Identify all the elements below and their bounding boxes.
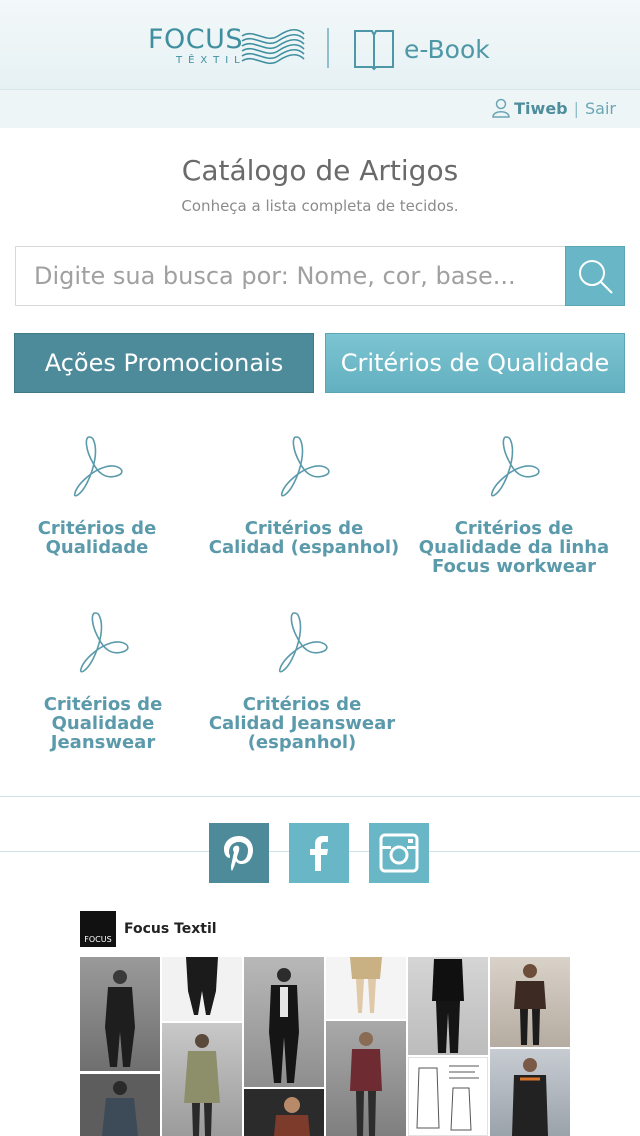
document-label: Critérios de Qualidade — [37, 518, 157, 558]
user-menu: Tiweb | Sair — [492, 98, 616, 118]
instagram-icon — [379, 833, 419, 873]
feed-pin-image[interactable] — [80, 957, 160, 1071]
model-figure-icon — [105, 970, 135, 1067]
book-icon — [354, 30, 394, 71]
feed-header[interactable]: FOCUS Focus Textil — [80, 910, 217, 948]
sketch-icon — [416, 1065, 479, 1131]
focus-textil-logo[interactable]: FOCUS TÊXTIL — [148, 24, 308, 72]
pdf-icon — [490, 436, 540, 497]
model-figure-icon — [512, 1058, 548, 1136]
footer-divider — [0, 796, 640, 797]
model-figure-icon — [350, 957, 382, 1013]
model-figure-icon — [269, 968, 299, 1083]
document-item[interactable]: Critérios de Qualidade da linha Focus wo… — [414, 435, 614, 576]
user-name[interactable]: Tiweb — [514, 99, 567, 118]
search-bar — [15, 246, 625, 306]
user-icon — [492, 98, 510, 118]
document-item[interactable]: Critérios de Qualidade — [0, 435, 197, 557]
user-separator: | — [573, 98, 580, 118]
model-figure-icon — [186, 957, 218, 1015]
document-label: Critérios de Qualidade da linha Focus wo… — [418, 518, 610, 577]
page-subtitle: Conheça a lista completa de tecidos. — [181, 197, 459, 215]
feed-pin-image[interactable] — [80, 1074, 160, 1136]
pdf-icon — [280, 436, 330, 497]
page-title: Catálogo de Artigos — [181, 154, 459, 187]
logo-subtitle: TÊXTIL — [176, 55, 246, 66]
quality-criteria-button[interactable]: Critérios de Qualidade — [325, 333, 625, 393]
promotions-button[interactable]: Ações Promocionais — [14, 333, 314, 393]
pdf-icon — [278, 612, 328, 673]
search-input[interactable] — [15, 246, 566, 306]
feed-pin-image[interactable] — [162, 1023, 242, 1136]
facebook-button[interactable] — [289, 823, 349, 883]
document-item[interactable]: Critérios de Calidad Jeanswear (espanhol… — [202, 611, 402, 752]
document-item[interactable]: Critérios de Qualidade Jeanswear — [3, 611, 203, 752]
feed-pin-image[interactable] — [490, 957, 570, 1047]
search-icon — [579, 260, 613, 294]
pinterest-button[interactable] — [209, 823, 269, 883]
pdf-icon — [73, 436, 123, 497]
model-figure-icon — [432, 959, 464, 1053]
feed-pin-image[interactable] — [490, 1049, 570, 1136]
document-label: Critérios de Qualidade Jeanswear — [43, 694, 163, 753]
feed-pin-image[interactable] — [244, 957, 324, 1087]
model-figure-icon — [184, 1034, 220, 1136]
feed-pin-image[interactable] — [244, 1089, 324, 1136]
search-button[interactable] — [565, 246, 625, 306]
feed-pin-image[interactable] — [408, 957, 488, 1055]
model-figure-icon — [514, 964, 546, 1045]
feed-avatar: FOCUS — [80, 911, 116, 947]
logout-link[interactable]: Sair — [585, 99, 616, 118]
model-figure-icon — [102, 1081, 138, 1136]
model-figure-icon — [350, 1032, 382, 1136]
pinterest-feed: FOCUS Focus Textil — [80, 910, 570, 1136]
instagram-button[interactable] — [369, 823, 429, 883]
document-item[interactable]: Critérios de Calidad (espanhol) — [204, 435, 404, 557]
logo-wordmark: FOCUS — [148, 24, 244, 55]
pinterest-icon — [224, 836, 253, 871]
pdf-icon — [79, 612, 129, 673]
model-figure-icon — [274, 1097, 310, 1136]
feed-pin-image[interactable] — [408, 1057, 488, 1136]
feed-account-name: Focus Textil — [124, 921, 217, 937]
feed-pin-image[interactable] — [326, 1021, 406, 1136]
feed-pin-image[interactable] — [326, 957, 406, 1019]
header-divider — [327, 28, 329, 68]
facebook-icon — [310, 836, 328, 871]
user-bar: Tiweb | Sair — [0, 90, 640, 128]
feed-pin-image[interactable] — [162, 957, 242, 1021]
app-header: FOCUS TÊXTIL e-Book — [0, 0, 640, 90]
ebook-link[interactable]: e-Book — [352, 26, 490, 72]
logo-waves-icon — [241, 28, 305, 65]
ebook-label: e-Book — [404, 34, 490, 64]
document-label: Critérios de Calidad (espanhol) — [208, 518, 400, 558]
document-label: Critérios de Calidad Jeanswear (espanhol… — [208, 694, 396, 753]
